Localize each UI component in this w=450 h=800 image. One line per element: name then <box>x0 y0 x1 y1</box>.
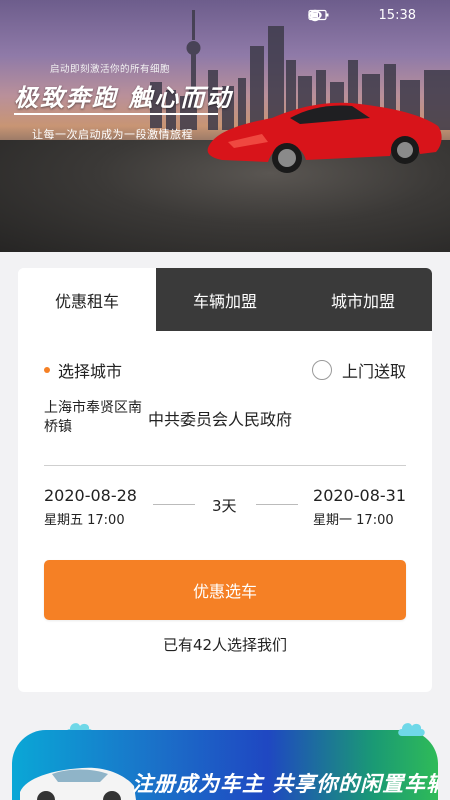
tab-vehicle-franchise[interactable]: 车辆加盟 <box>156 268 294 331</box>
select-city-label: 选择城市 <box>58 362 123 381</box>
select-city-button[interactable]: 选择城市 <box>44 358 122 382</box>
divider <box>44 465 406 466</box>
cloud-icon <box>398 723 425 736</box>
user-count-text: 已有42人选择我们 <box>162 636 288 654</box>
hero-subtitle: 启动即刻激活你的所有细胞 <box>50 64 171 75</box>
tab-bar: 优惠租车 车辆加盟 城市加盟 <box>18 268 432 331</box>
end-date: 2020-08-31 <box>313 486 406 505</box>
bullet-dot-icon <box>44 367 50 373</box>
hero-tagline: 让每一次启动成为一段激情旅程 <box>32 128 193 141</box>
alarm-icon <box>308 9 343 23</box>
end-date-picker[interactable]: 2020-08-31 星期一 17:00 <box>313 486 406 528</box>
white-car-image <box>20 767 136 800</box>
hero-title: 极致奔跑 触心而动 <box>14 84 233 112</box>
end-weekday-time: 星期一 17:00 <box>313 513 394 528</box>
duration-line-right <box>256 504 298 505</box>
address-district[interactable]: 上海市奉贤区南桥镇 <box>44 399 144 437</box>
radio-circle-icon[interactable] <box>311 360 332 380</box>
clock-time: 15:38 <box>378 8 416 23</box>
address-place[interactable]: 中共委员会人民政府 <box>148 406 292 430</box>
duration-line-left <box>153 504 195 505</box>
rental-duration: 3天 <box>212 497 237 515</box>
start-date: 2020-08-28 <box>44 486 137 505</box>
register-owner-banner[interactable]: 注册成为车主 共享你的闲置车辆 <box>12 730 438 800</box>
tab-city-franchise[interactable]: 城市加盟 <box>294 268 432 331</box>
booking-card: 优惠租车 车辆加盟 城市加盟 选择城市 上门送取 上海市奉贤区南桥镇 中共委员会… <box>18 268 432 692</box>
hero-banner: 15:38 启动即刻激活你的所有细胞 极致奔跑 触心而动 让每一次启动成为一段激… <box>0 0 450 252</box>
choose-car-button[interactable]: 优惠选车 <box>44 560 406 620</box>
tab-discount-rental[interactable]: 优惠租车 <box>18 268 156 331</box>
start-weekday-time: 星期五 17:00 <box>44 513 125 528</box>
battery-icon <box>307 9 372 23</box>
door-pickup-toggle[interactable]: 上门送取 <box>311 358 406 382</box>
start-date-picker[interactable]: 2020-08-28 星期五 17:00 <box>44 486 137 528</box>
hero-underline <box>14 113 218 115</box>
status-bar: 15:38 <box>307 8 416 23</box>
banner-text: 注册成为车主 共享你的闲置车辆 <box>132 772 438 796</box>
door-pickup-label: 上门送取 <box>341 362 406 381</box>
